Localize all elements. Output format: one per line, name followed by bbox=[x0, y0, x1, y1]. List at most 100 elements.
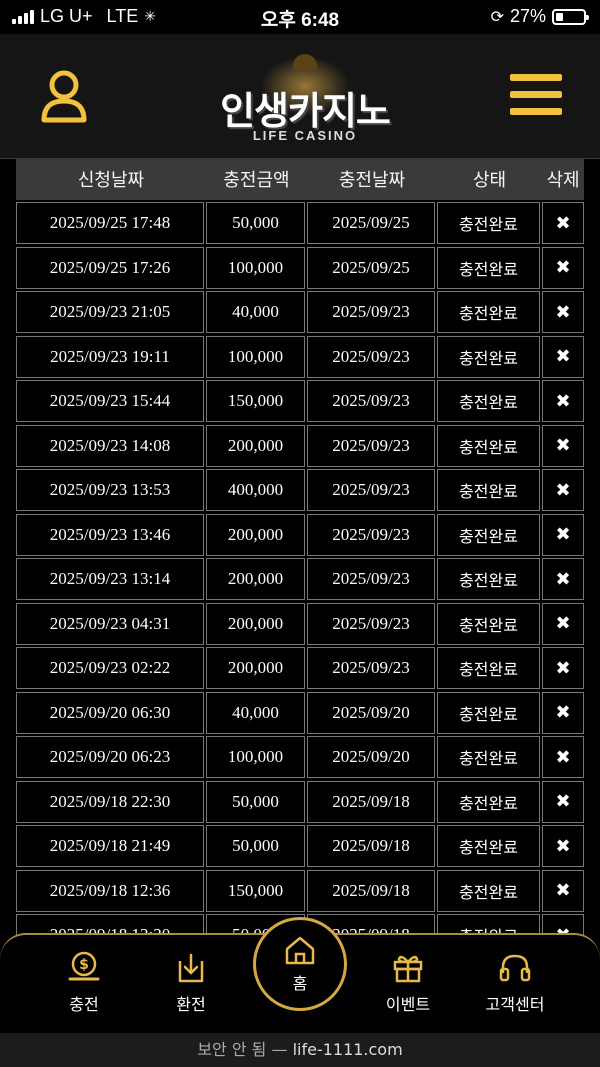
table-row: 2025/09/23 13:46 200,000 2025/09/23 충전완료 ✖ bbox=[16, 513, 584, 558]
column-header-amount: 충전금액 bbox=[223, 170, 290, 191]
delete-icon[interactable]: ✖ bbox=[542, 602, 584, 645]
cell-request-date: 2025/09/18 22:30 bbox=[16, 780, 204, 823]
cell-request-date: 2025/09/18 21:49 bbox=[16, 825, 204, 867]
cell-amount: 50,000 bbox=[206, 825, 305, 867]
cell-amount: 100,000 bbox=[206, 246, 305, 289]
delete-icon[interactable]: ✖ bbox=[542, 513, 584, 556]
cell-amount: 50,000 bbox=[206, 780, 305, 823]
cell-amount: 200,000 bbox=[206, 647, 305, 689]
cell-status: 충전완료 bbox=[437, 647, 540, 689]
table-row: 2025/09/23 19:11 100,000 2025/09/23 충전완료 ✖ bbox=[16, 335, 584, 380]
nav-deposit-label: 충전 bbox=[69, 995, 99, 1014]
cell-request-date: 2025/09/23 13:46 bbox=[16, 513, 204, 556]
nav-withdraw[interactable]: 환전 bbox=[141, 945, 241, 1025]
security-warning: 보안 안 됨 bbox=[197, 1040, 267, 1059]
table-row: 2025/09/20 06:23 100,000 2025/09/20 충전완료 ✖ bbox=[16, 736, 584, 780]
delete-icon[interactable]: ✖ bbox=[542, 558, 584, 600]
cell-status: 충전완료 bbox=[437, 246, 540, 289]
table-row: 2025/09/18 22:30 50,000 2025/09/18 충전완료 ✖ bbox=[16, 780, 584, 825]
browser-url-bar[interactable]: 보안 안 됨 — life-1111.com bbox=[0, 1033, 600, 1067]
delete-icon[interactable]: ✖ bbox=[542, 335, 584, 378]
nav-home[interactable]: 홈 bbox=[253, 917, 347, 1011]
cell-charge-date: 2025/09/23 bbox=[307, 335, 435, 378]
cell-request-date: 2025/09/23 13:14 bbox=[16, 558, 204, 600]
cell-amount: 200,000 bbox=[206, 513, 305, 556]
nav-events[interactable]: 이벤트 bbox=[358, 945, 458, 1025]
table-row: 2025/09/18 21:49 50,000 2025/09/18 충전완료 ✖ bbox=[16, 825, 584, 869]
cell-amount: 200,000 bbox=[206, 558, 305, 600]
delete-icon[interactable]: ✖ bbox=[542, 691, 584, 734]
url-separator: — bbox=[271, 1040, 288, 1059]
delete-icon[interactable]: ✖ bbox=[542, 246, 584, 289]
cell-amount: 100,000 bbox=[206, 736, 305, 778]
delete-icon[interactable]: ✖ bbox=[542, 380, 584, 422]
cell-status: 충전완료 bbox=[437, 380, 540, 422]
cell-amount: 100,000 bbox=[206, 335, 305, 378]
table-row: 2025/09/25 17:48 50,000 2025/09/25 충전완료 ✖ bbox=[16, 202, 584, 246]
cell-status: 충전완료 bbox=[437, 825, 540, 867]
delete-icon[interactable]: ✖ bbox=[542, 869, 584, 912]
cell-charge-date: 2025/09/23 bbox=[307, 647, 435, 689]
column-header-request-date: 신청날짜 bbox=[77, 170, 145, 191]
delete-icon[interactable]: ✖ bbox=[542, 736, 584, 778]
cell-amount: 40,000 bbox=[206, 691, 305, 734]
table-row: 2025/09/20 06:30 40,000 2025/09/20 충전완료 ✖ bbox=[16, 691, 584, 736]
cell-charge-date: 2025/09/18 bbox=[307, 825, 435, 867]
cell-charge-date: 2025/09/23 bbox=[307, 513, 435, 556]
delete-icon[interactable]: ✖ bbox=[542, 825, 584, 867]
cell-request-date: 2025/09/25 17:26 bbox=[16, 246, 204, 289]
cell-charge-date: 2025/09/23 bbox=[307, 291, 435, 333]
app-header: 인생카지노 LIFE CASINO bbox=[0, 34, 600, 159]
cell-request-date: 2025/09/23 04:31 bbox=[16, 602, 204, 645]
delete-icon[interactable]: ✖ bbox=[542, 469, 584, 511]
cell-charge-date: 2025/09/18 bbox=[307, 869, 435, 912]
download-tray-icon bbox=[178, 953, 204, 983]
delete-icon[interactable]: ✖ bbox=[542, 780, 584, 823]
cell-request-date: 2025/09/25 17:48 bbox=[16, 202, 204, 244]
cell-status: 충전완료 bbox=[437, 602, 540, 645]
cell-charge-date: 2025/09/25 bbox=[307, 246, 435, 289]
hamburger-menu-icon[interactable] bbox=[510, 74, 562, 120]
table-row: 2025/09/18 12:36 150,000 2025/09/18 충전완료 ✖ bbox=[16, 869, 584, 914]
cell-status: 충전완료 bbox=[437, 335, 540, 378]
nav-support-label: 고객센터 bbox=[485, 995, 545, 1014]
delete-icon[interactable]: ✖ bbox=[542, 424, 584, 467]
site-logo[interactable]: 인생카지노 LIFE CASINO bbox=[190, 46, 420, 150]
user-icon bbox=[41, 70, 87, 123]
deposit-history-table[interactable]: 2025/09/25 17:48 50,000 2025/09/25 충전완료 ✖ 202… bbox=[16, 202, 584, 962]
nav-withdraw-label: 환전 bbox=[176, 995, 206, 1014]
delete-icon[interactable]: ✖ bbox=[542, 647, 584, 689]
cell-status: 충전완료 bbox=[437, 780, 540, 823]
column-header-charge-date: 충전날짜 bbox=[338, 170, 406, 191]
user-profile-button[interactable] bbox=[40, 68, 88, 124]
cell-request-date: 2025/09/23 19:11 bbox=[16, 335, 204, 378]
cell-status: 충전완료 bbox=[437, 513, 540, 556]
delete-icon[interactable]: ✖ bbox=[542, 202, 584, 244]
cell-charge-date: 2025/09/23 bbox=[307, 380, 435, 422]
cell-request-date: 2025/09/20 06:23 bbox=[16, 736, 204, 778]
url-domain: life-1111.com bbox=[292, 1040, 403, 1059]
table-row: 2025/09/23 15:44 150,000 2025/09/23 충전완료 ✖ bbox=[16, 380, 584, 424]
table-row: 2025/09/23 13:53 400,000 2025/09/23 충전완료 ✖ bbox=[16, 469, 584, 513]
cell-request-date: 2025/09/20 06:30 bbox=[16, 691, 204, 734]
cell-status: 충전완료 bbox=[437, 558, 540, 600]
cell-status: 충전완료 bbox=[437, 691, 540, 734]
cell-charge-date: 2025/09/20 bbox=[307, 736, 435, 778]
battery-percent: 27% bbox=[509, 6, 546, 26]
nav-support[interactable]: 고객센터 bbox=[465, 945, 565, 1025]
bottom-navigation: $ 충전 환전 홈 이벤트 고객센터 bbox=[0, 917, 600, 1033]
cell-amount: 50,000 bbox=[206, 202, 305, 244]
cell-status: 충전완료 bbox=[437, 424, 540, 467]
cell-amount: 200,000 bbox=[206, 602, 305, 645]
nav-deposit[interactable]: $ 충전 bbox=[34, 945, 134, 1025]
logo-subtitle: LIFE CASINO bbox=[252, 128, 358, 143]
battery-icon bbox=[552, 8, 589, 25]
cell-amount: 400,000 bbox=[206, 469, 305, 511]
delete-icon[interactable]: ✖ bbox=[542, 291, 584, 333]
nav-home-label: 홈 bbox=[292, 974, 308, 993]
cell-charge-date: 2025/09/23 bbox=[307, 602, 435, 645]
cell-request-date: 2025/09/23 13:53 bbox=[16, 469, 204, 511]
cell-charge-date: 2025/09/20 bbox=[307, 691, 435, 734]
cell-charge-date: 2025/09/23 bbox=[307, 469, 435, 511]
cell-status: 충전완료 bbox=[437, 202, 540, 244]
